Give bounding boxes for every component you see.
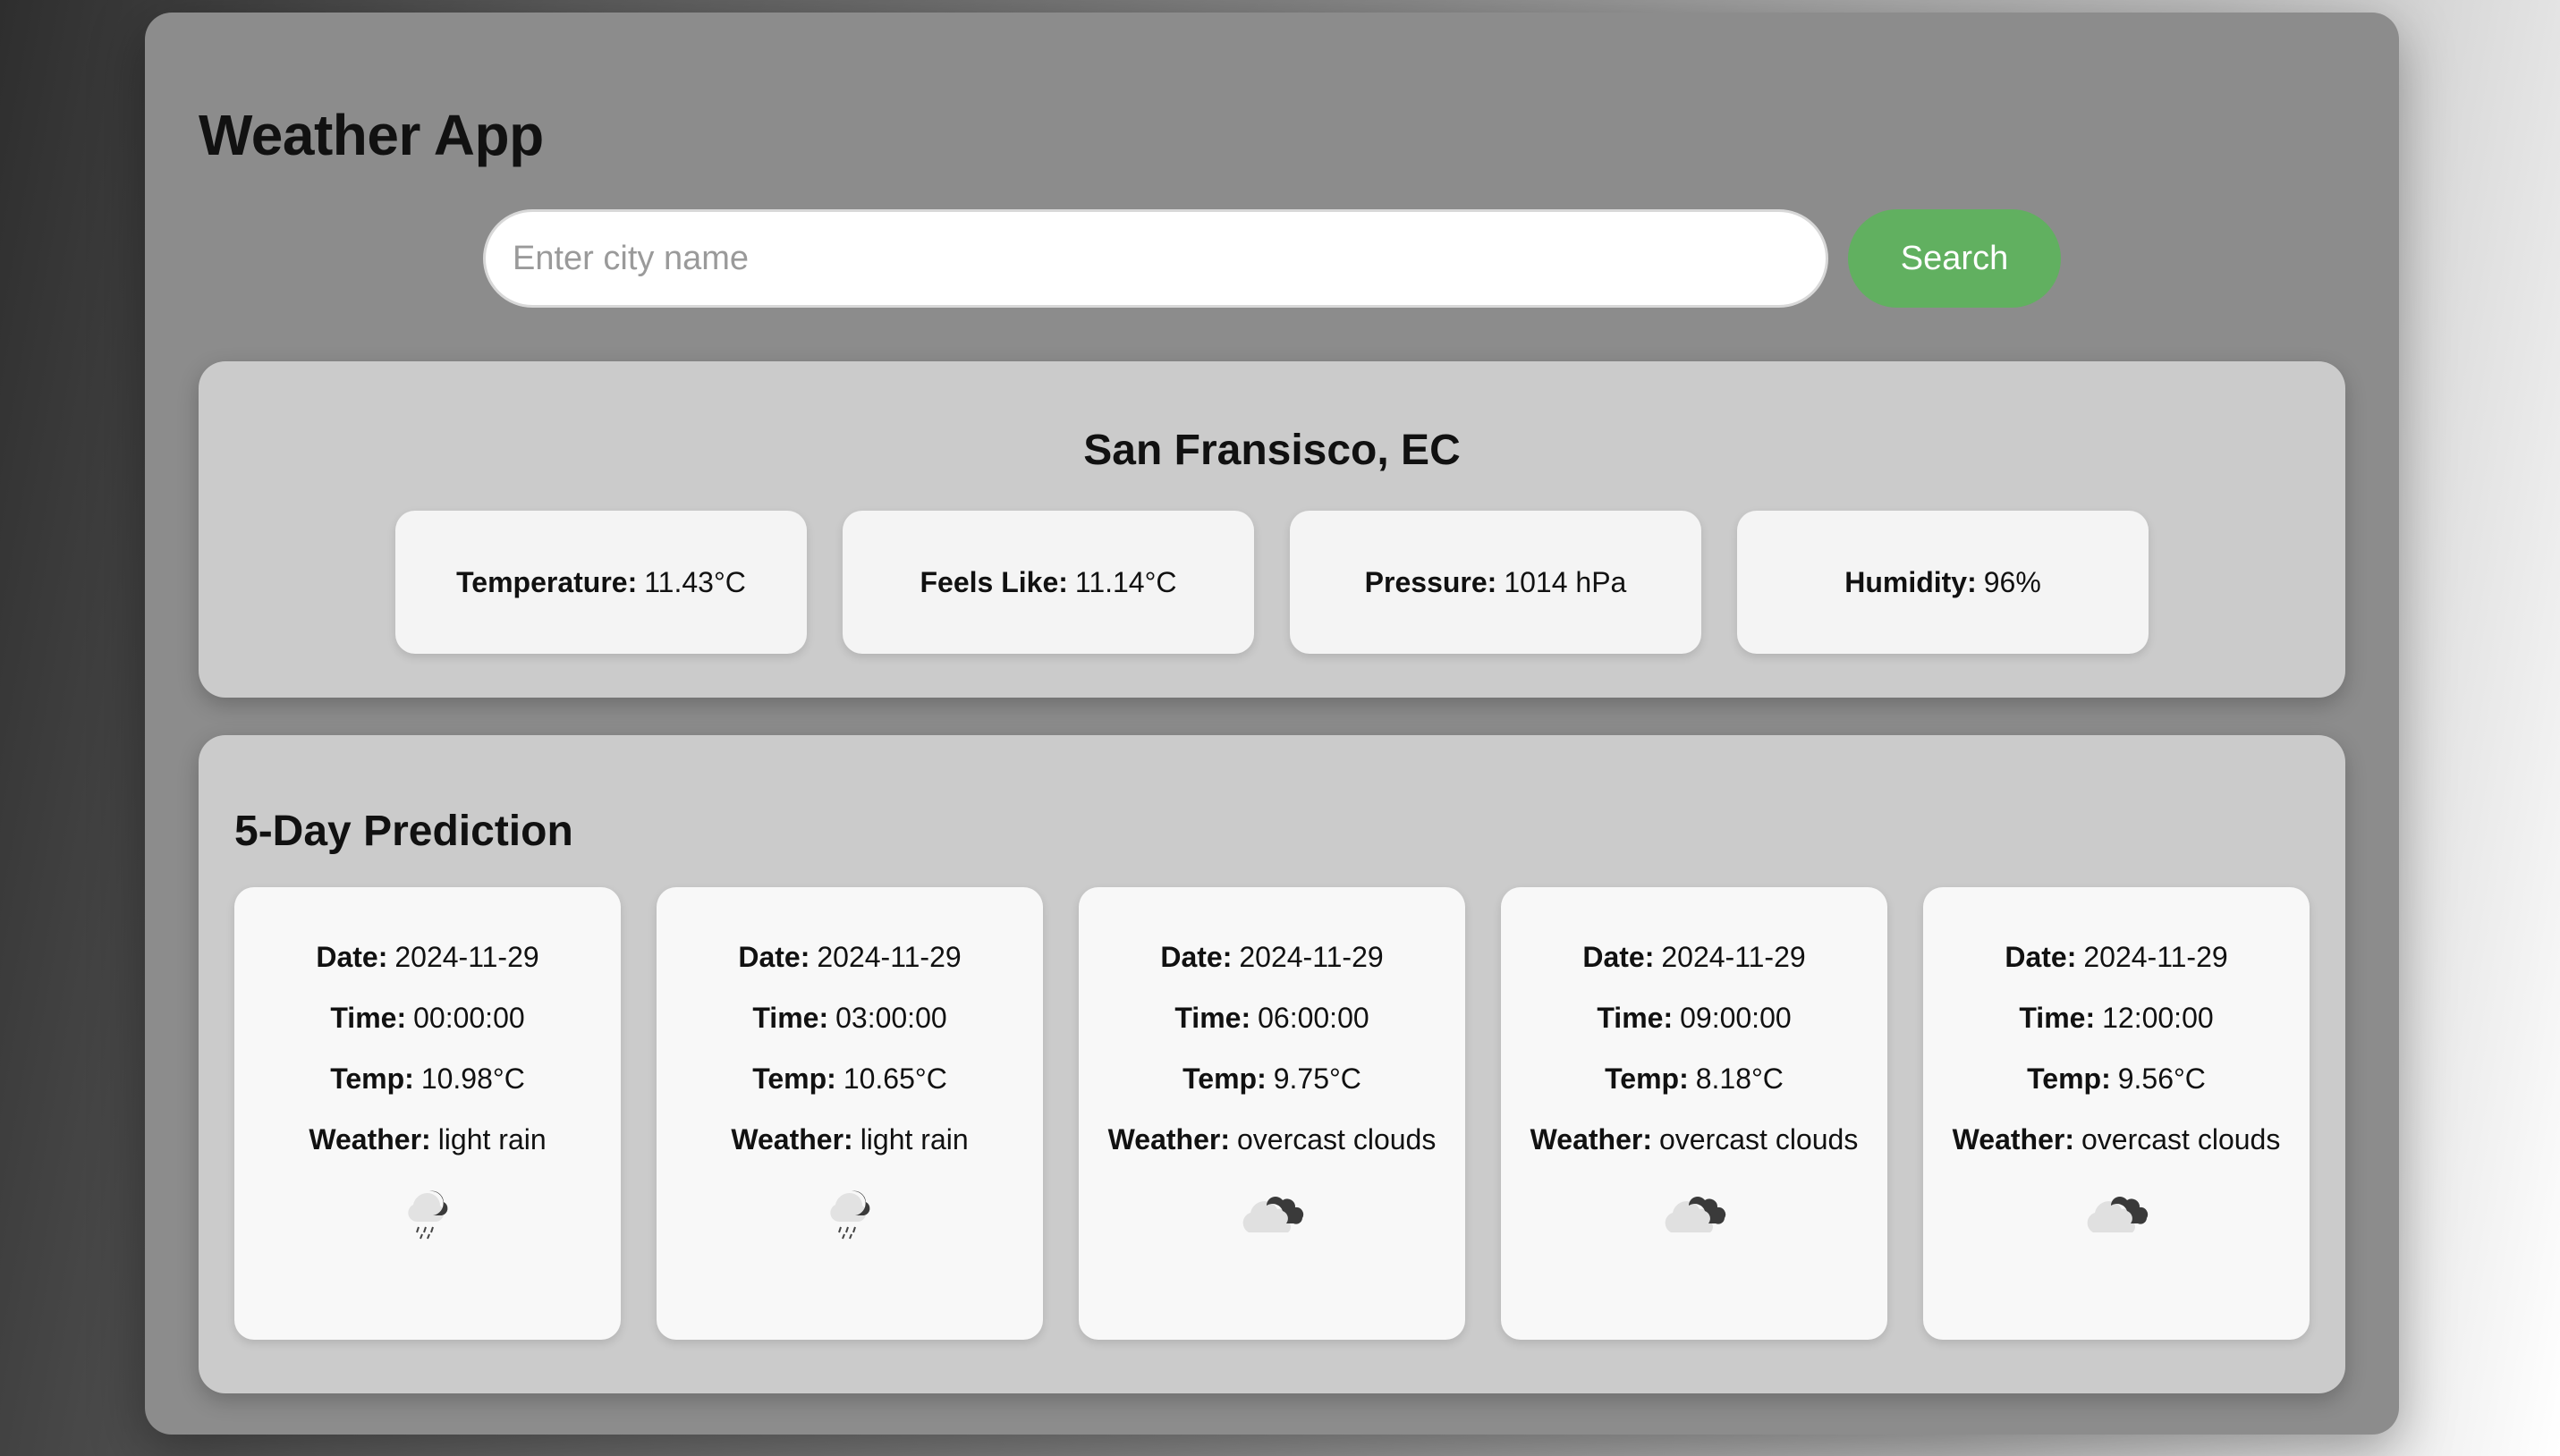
rain-icon	[823, 1188, 877, 1249]
forecast-weather: light rain	[860, 1123, 969, 1155]
overcast-clouds-icon	[1658, 1188, 1730, 1245]
current-stats: Temperature: 11.43°C Feels Like: 11.14°C…	[395, 511, 2149, 654]
pressure-card: Pressure: 1014 hPa	[1290, 511, 1701, 654]
forecast-card: Date: 2024-11-29 Time: 12:00:00 Temp: 9.56°…	[1923, 887, 2310, 1340]
search-button[interactable]: Search	[1848, 209, 2061, 308]
city-name: San Fransisco, EC	[1083, 427, 1461, 474]
weather-label: Weather:	[309, 1123, 431, 1155]
forecast-time: 00:00:00	[413, 1002, 525, 1034]
temperature-card: Temperature: 11.43°C	[395, 511, 807, 654]
weather-label: Weather:	[731, 1123, 853, 1155]
date-label: Date:	[1582, 941, 1655, 973]
temp-label: Temp:	[1183, 1062, 1267, 1095]
stat-label: Temperature:	[456, 565, 638, 598]
weather-label: Weather:	[1530, 1123, 1652, 1155]
forecast-card: Date: 2024-11-29 Time: 06:00:00 Temp: 9.75°…	[1079, 887, 1465, 1340]
stat-label: Feels Like:	[920, 565, 1068, 598]
city-search-input[interactable]	[483, 209, 1828, 308]
forecast-date: 2024-11-29	[1239, 941, 1384, 973]
forecast-date: 2024-11-29	[817, 941, 962, 973]
feels-like-card: Feels Like: 11.14°C	[843, 511, 1254, 654]
forecast-weather: overcast clouds	[1659, 1123, 1859, 1155]
forecast-temp: 9.75°C	[1273, 1062, 1361, 1095]
forecast-time: 03:00:00	[835, 1002, 947, 1034]
forecast-card: Date: 2024-11-29 Time: 09:00:00 Temp: 8.18°…	[1501, 887, 1887, 1340]
forecast-time: 09:00:00	[1680, 1002, 1792, 1034]
temp-label: Temp:	[1605, 1062, 1689, 1095]
stat-value: 1014 hPa	[1504, 565, 1627, 598]
stat-label: Humidity:	[1844, 565, 1977, 598]
forecast-weather: overcast clouds	[1237, 1123, 1437, 1155]
overcast-clouds-icon	[2081, 1188, 2152, 1245]
current-weather-panel: San Fransisco, EC Temperature: 11.43°C F…	[199, 361, 2345, 698]
forecast-date: 2024-11-29	[2083, 941, 2228, 973]
forecast-list: Date: 2024-11-29 Time: 00:00:00 Temp: 10.98…	[234, 887, 2310, 1340]
time-label: Time:	[1597, 1002, 1674, 1034]
temp-label: Temp:	[752, 1062, 836, 1095]
forecast-panel: 5-Day Prediction Date: 2024-11-29 Time: 00…	[199, 735, 2345, 1393]
date-label: Date:	[2005, 941, 2077, 973]
weather-app-container: Weather App Search San Fransisco, EC Tem…	[145, 13, 2399, 1435]
stat-value: 11.43°C	[644, 565, 746, 598]
stat-value: 11.14°C	[1074, 565, 1177, 598]
temp-label: Temp:	[330, 1062, 414, 1095]
forecast-time: 12:00:00	[2102, 1002, 2214, 1034]
forecast-date: 2024-11-29	[1661, 941, 1806, 973]
forecast-card: Date: 2024-11-29 Time: 00:00:00 Temp: 10.98…	[234, 887, 621, 1340]
forecast-temp: 9.56°C	[2117, 1062, 2206, 1095]
forecast-weather: overcast clouds	[2081, 1123, 2281, 1155]
app-title: Weather App	[199, 103, 544, 167]
overcast-clouds-icon	[1236, 1188, 1308, 1245]
time-label: Time:	[1174, 1002, 1251, 1034]
forecast-temp: 10.65°C	[843, 1062, 947, 1095]
time-label: Time:	[2019, 1002, 2096, 1034]
temp-label: Temp:	[2027, 1062, 2111, 1095]
search-bar: Search	[483, 209, 2061, 308]
date-label: Date:	[738, 941, 810, 973]
date-label: Date:	[1160, 941, 1233, 973]
rain-icon	[401, 1188, 454, 1249]
stat-label: Pressure:	[1364, 565, 1497, 598]
forecast-temp: 8.18°C	[1695, 1062, 1784, 1095]
forecast-temp: 10.98°C	[420, 1062, 525, 1095]
forecast-card: Date: 2024-11-29 Time: 03:00:00 Temp: 10.65…	[657, 887, 1043, 1340]
weather-label: Weather:	[1952, 1123, 2074, 1155]
forecast-date: 2024-11-29	[394, 941, 539, 973]
forecast-weather: light rain	[437, 1123, 547, 1155]
time-label: Time:	[752, 1002, 829, 1034]
date-label: Date:	[316, 941, 388, 973]
forecast-title: 5-Day Prediction	[234, 808, 573, 855]
stat-value: 96%	[1983, 565, 2041, 598]
time-label: Time:	[330, 1002, 407, 1034]
humidity-card: Humidity: 96%	[1737, 511, 2149, 654]
weather-label: Weather:	[1107, 1123, 1230, 1155]
forecast-time: 06:00:00	[1258, 1002, 1369, 1034]
